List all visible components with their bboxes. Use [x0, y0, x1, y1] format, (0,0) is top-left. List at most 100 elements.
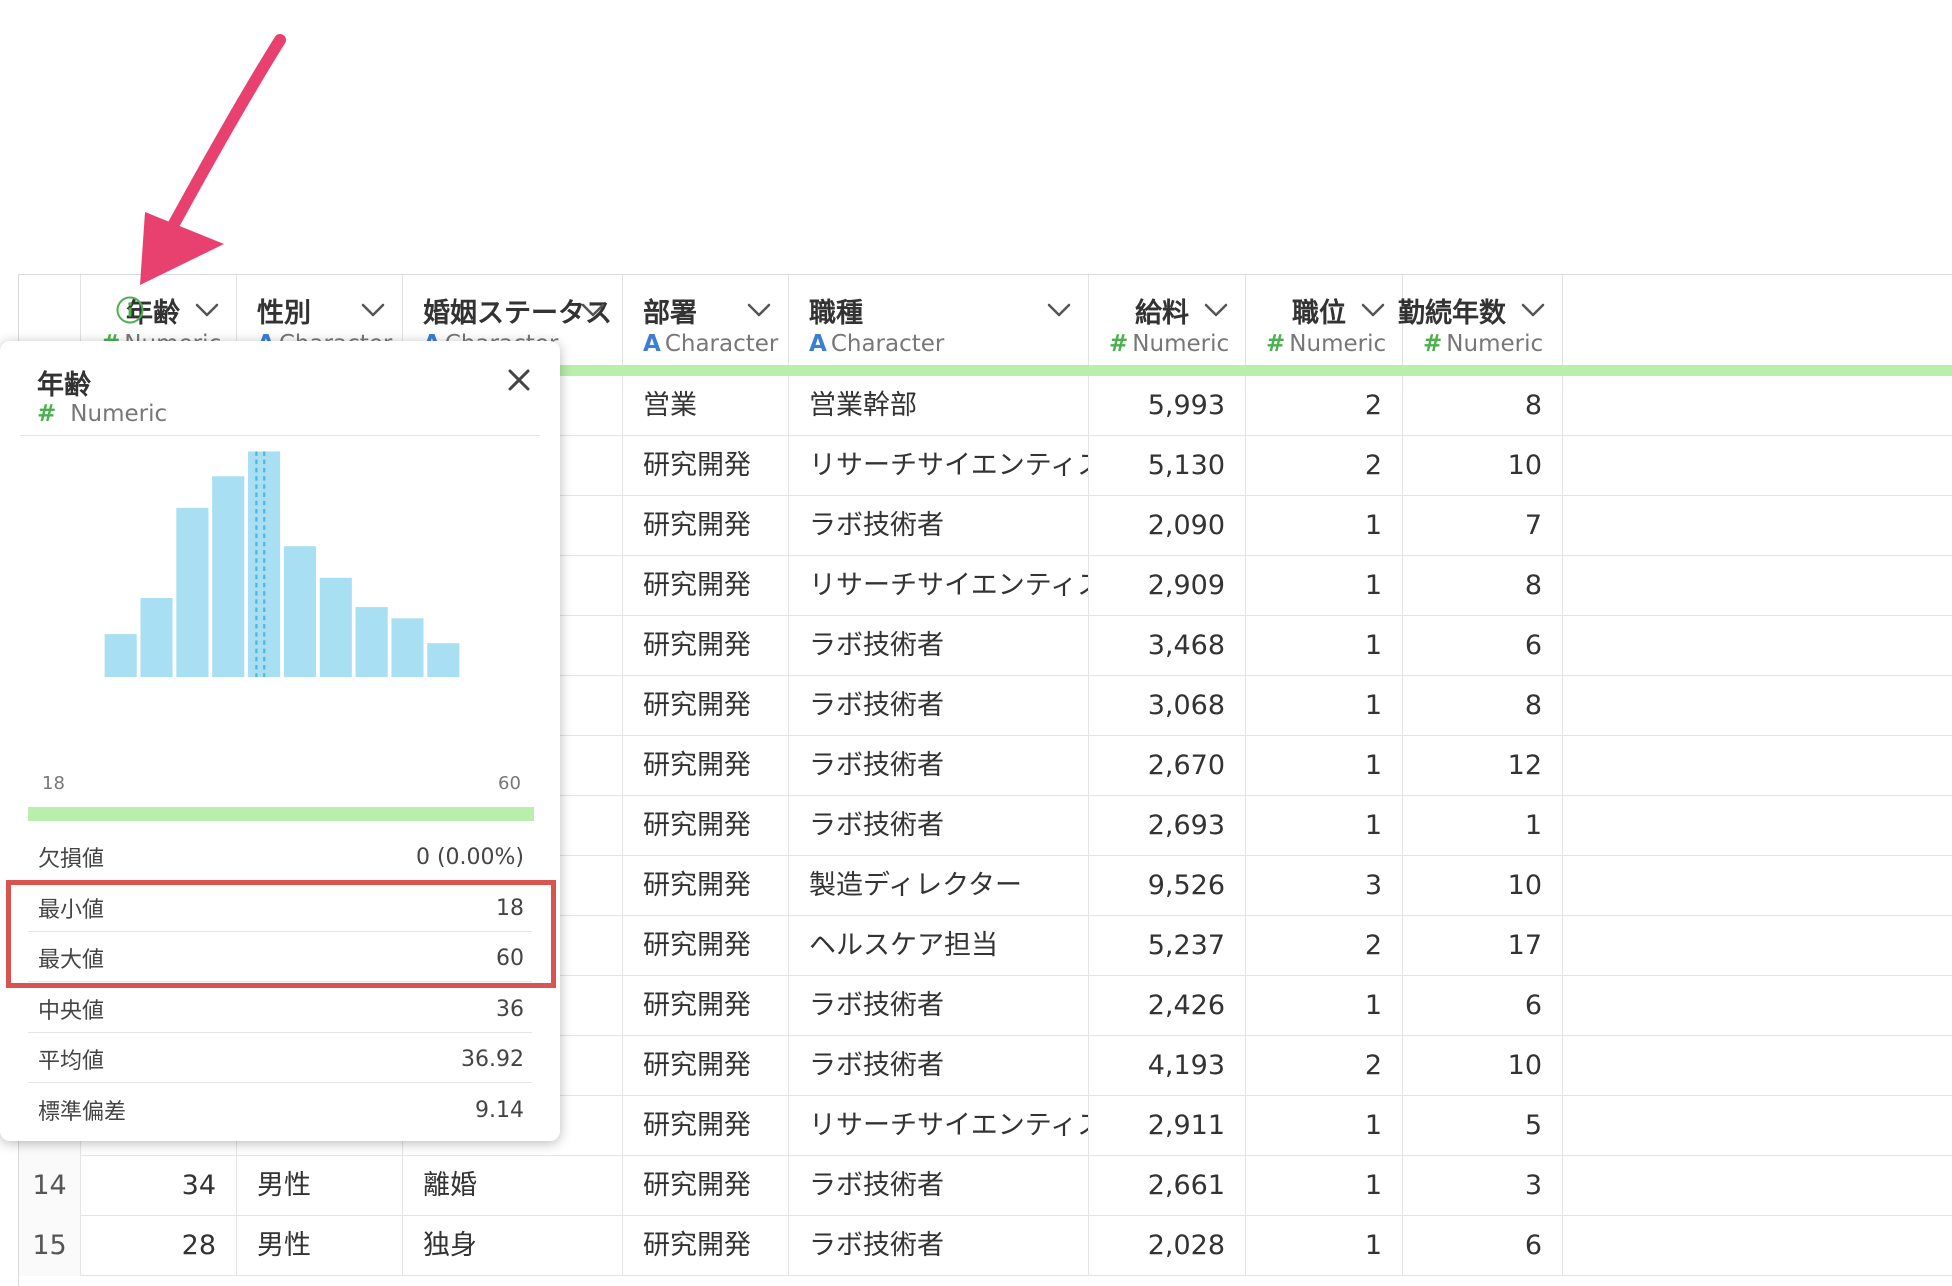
table-cell: 12 — [1403, 736, 1563, 796]
table-cell: 3,468 — [1089, 616, 1246, 676]
stat-label: 中央値 — [38, 998, 105, 1024]
chevron-down-icon[interactable] — [194, 301, 220, 319]
column-type: ACharacter — [643, 331, 778, 357]
stat-value: 9.14 — [475, 1097, 524, 1123]
table-cell: 1 — [1403, 796, 1563, 856]
column-header[interactable]: 給料 # Numeric — [1089, 275, 1246, 365]
table-cell: 10 — [1403, 436, 1563, 496]
histogram-bar — [104, 634, 137, 677]
numeric-type-icon: # — [1109, 331, 1129, 357]
highlight-box — [6, 880, 556, 988]
table-cell: 3,068 — [1089, 676, 1246, 736]
chevron-down-icon[interactable] — [1360, 301, 1386, 319]
stat-row: 欠損値 0 (0.00%) — [28, 831, 532, 881]
table-cell: ラボ技術者 — [789, 1036, 1089, 1096]
table-cell: 研究開発 — [623, 1096, 789, 1156]
table-cell: 9,526 — [1089, 856, 1246, 916]
column-type: #Numeric — [1266, 331, 1386, 357]
table-cell: 2,090 — [1089, 496, 1246, 556]
table-cell: 1 — [1246, 976, 1403, 1036]
table-cell: 研究開発 — [623, 616, 789, 676]
column-type-label: Numeric — [1289, 331, 1387, 357]
table-cell: 営業 — [623, 376, 789, 436]
chevron-down-icon[interactable] — [1046, 301, 1072, 319]
table-cell: 1 — [1246, 796, 1403, 856]
stat-label: 欠損値 — [38, 847, 105, 872]
table-cell: リサーチサイエンティスト — [789, 436, 1089, 496]
table-cell: 10 — [1403, 1036, 1563, 1096]
chevron-down-icon[interactable] — [1520, 301, 1546, 319]
column-name: 職位 — [1292, 298, 1346, 329]
table-cell: 研究開発 — [623, 1156, 789, 1216]
stat-row: 標準偏差 9.14 — [28, 1084, 532, 1134]
histogram-bar — [176, 507, 209, 677]
table-cell: 2,670 — [1089, 736, 1246, 796]
numeric-type-icon: # — [37, 401, 57, 427]
stat-row: 平均値 36.92 — [28, 1033, 532, 1083]
stat-value: 36.92 — [461, 1047, 524, 1072]
table-row[interactable]: 15 28 男性 独身 研究開発 ラボ技術者 2,028 1 6 — [19, 1216, 1952, 1276]
table-cell: リサーチサイエンティスト — [789, 556, 1089, 616]
table-cell: ラボ技術者 — [789, 676, 1089, 736]
column-summary-popover: 年齢 # Numeric 18 60 欠損値 0 (0.00%) 最小値 18 最大値 60… — [0, 341, 560, 1141]
table-row[interactable]: 14 34 男性 離婚 研究開発 ラボ技術者 2,661 1 3 — [19, 1156, 1952, 1216]
table-cell: ラボ技術者 — [789, 1216, 1089, 1276]
histogram-bar — [355, 607, 388, 677]
chevron-down-icon[interactable] — [360, 301, 386, 319]
table-cell: リサーチサイエンティスト — [789, 1096, 1089, 1156]
table-cell: 5,993 — [1089, 376, 1246, 436]
table-cell: 4,193 — [1089, 1036, 1246, 1096]
table-cell: 1 — [1246, 676, 1403, 736]
table-cell: 6 — [1403, 976, 1563, 1036]
table-cell: 研究開発 — [623, 436, 789, 496]
column-type-label: Character — [830, 331, 945, 357]
chevron-down-icon[interactable] — [580, 301, 606, 319]
chevron-down-icon[interactable] — [746, 301, 772, 319]
table-cell: ラボ技術者 — [789, 1156, 1089, 1216]
table-cell: 研究開発 — [623, 1216, 789, 1276]
column-header[interactable]: 部署 A Character — [623, 275, 789, 365]
axis-max-label: 60 — [498, 773, 521, 794]
table-cell: 2 — [1246, 436, 1403, 496]
column-name: 部署 — [643, 298, 697, 329]
annotation-arrow — [140, 34, 286, 285]
column-header[interactable]: 職種 A Character — [789, 275, 1089, 365]
stat-label: 平均値 — [38, 1049, 105, 1074]
table-cell: 2,693 — [1089, 796, 1246, 856]
popover-divider — [20, 435, 540, 436]
table-cell: 2,661 — [1089, 1156, 1246, 1216]
chevron-down-icon[interactable] — [1203, 301, 1229, 319]
row-index-cell: 15 — [19, 1216, 81, 1276]
column-type-label: Numeric — [1446, 331, 1544, 357]
axis-min-label: 18 — [42, 773, 65, 794]
table-cell: 研究開発 — [623, 556, 789, 616]
popover-type: # Numeric — [37, 401, 167, 427]
column-type: #Numeric — [1423, 331, 1543, 357]
numeric-type-icon: # — [1423, 331, 1443, 357]
table-cell: 2 — [1246, 376, 1403, 436]
table-cell: 1 — [1246, 736, 1403, 796]
table-cell: 1 — [1246, 1096, 1403, 1156]
table-cell: 2 — [1246, 1036, 1403, 1096]
numeric-type-icon: # — [1266, 331, 1286, 357]
character-type-icon: A — [809, 331, 827, 357]
close-icon[interactable] — [502, 363, 536, 397]
histogram-bar — [427, 643, 460, 677]
table-cell: 17 — [1403, 916, 1563, 976]
table-cell: 5,237 — [1089, 916, 1246, 976]
table-cell: 研究開発 — [623, 676, 789, 736]
table-cell: 3 — [1403, 1156, 1563, 1216]
table-cell: ラボ技術者 — [789, 736, 1089, 796]
column-header[interactable]: 勤続年数 # Numeric — [1398, 275, 1563, 365]
stat-row: 中央値 36 — [28, 983, 532, 1033]
table-cell: 男性 — [237, 1216, 403, 1276]
table-cell: 6 — [1403, 1216, 1563, 1276]
popover-quality-bar — [28, 807, 534, 821]
column-type-label: Numeric — [1132, 331, 1230, 357]
table-cell: ヘルスケア担当 — [789, 916, 1089, 976]
table-cell: 2 — [1246, 916, 1403, 976]
histogram-chart — [104, 451, 460, 677]
histogram-bar — [319, 577, 352, 677]
column-header[interactable]: 職位 # Numeric — [1246, 275, 1403, 365]
table-cell: ラボ技術者 — [789, 616, 1089, 676]
